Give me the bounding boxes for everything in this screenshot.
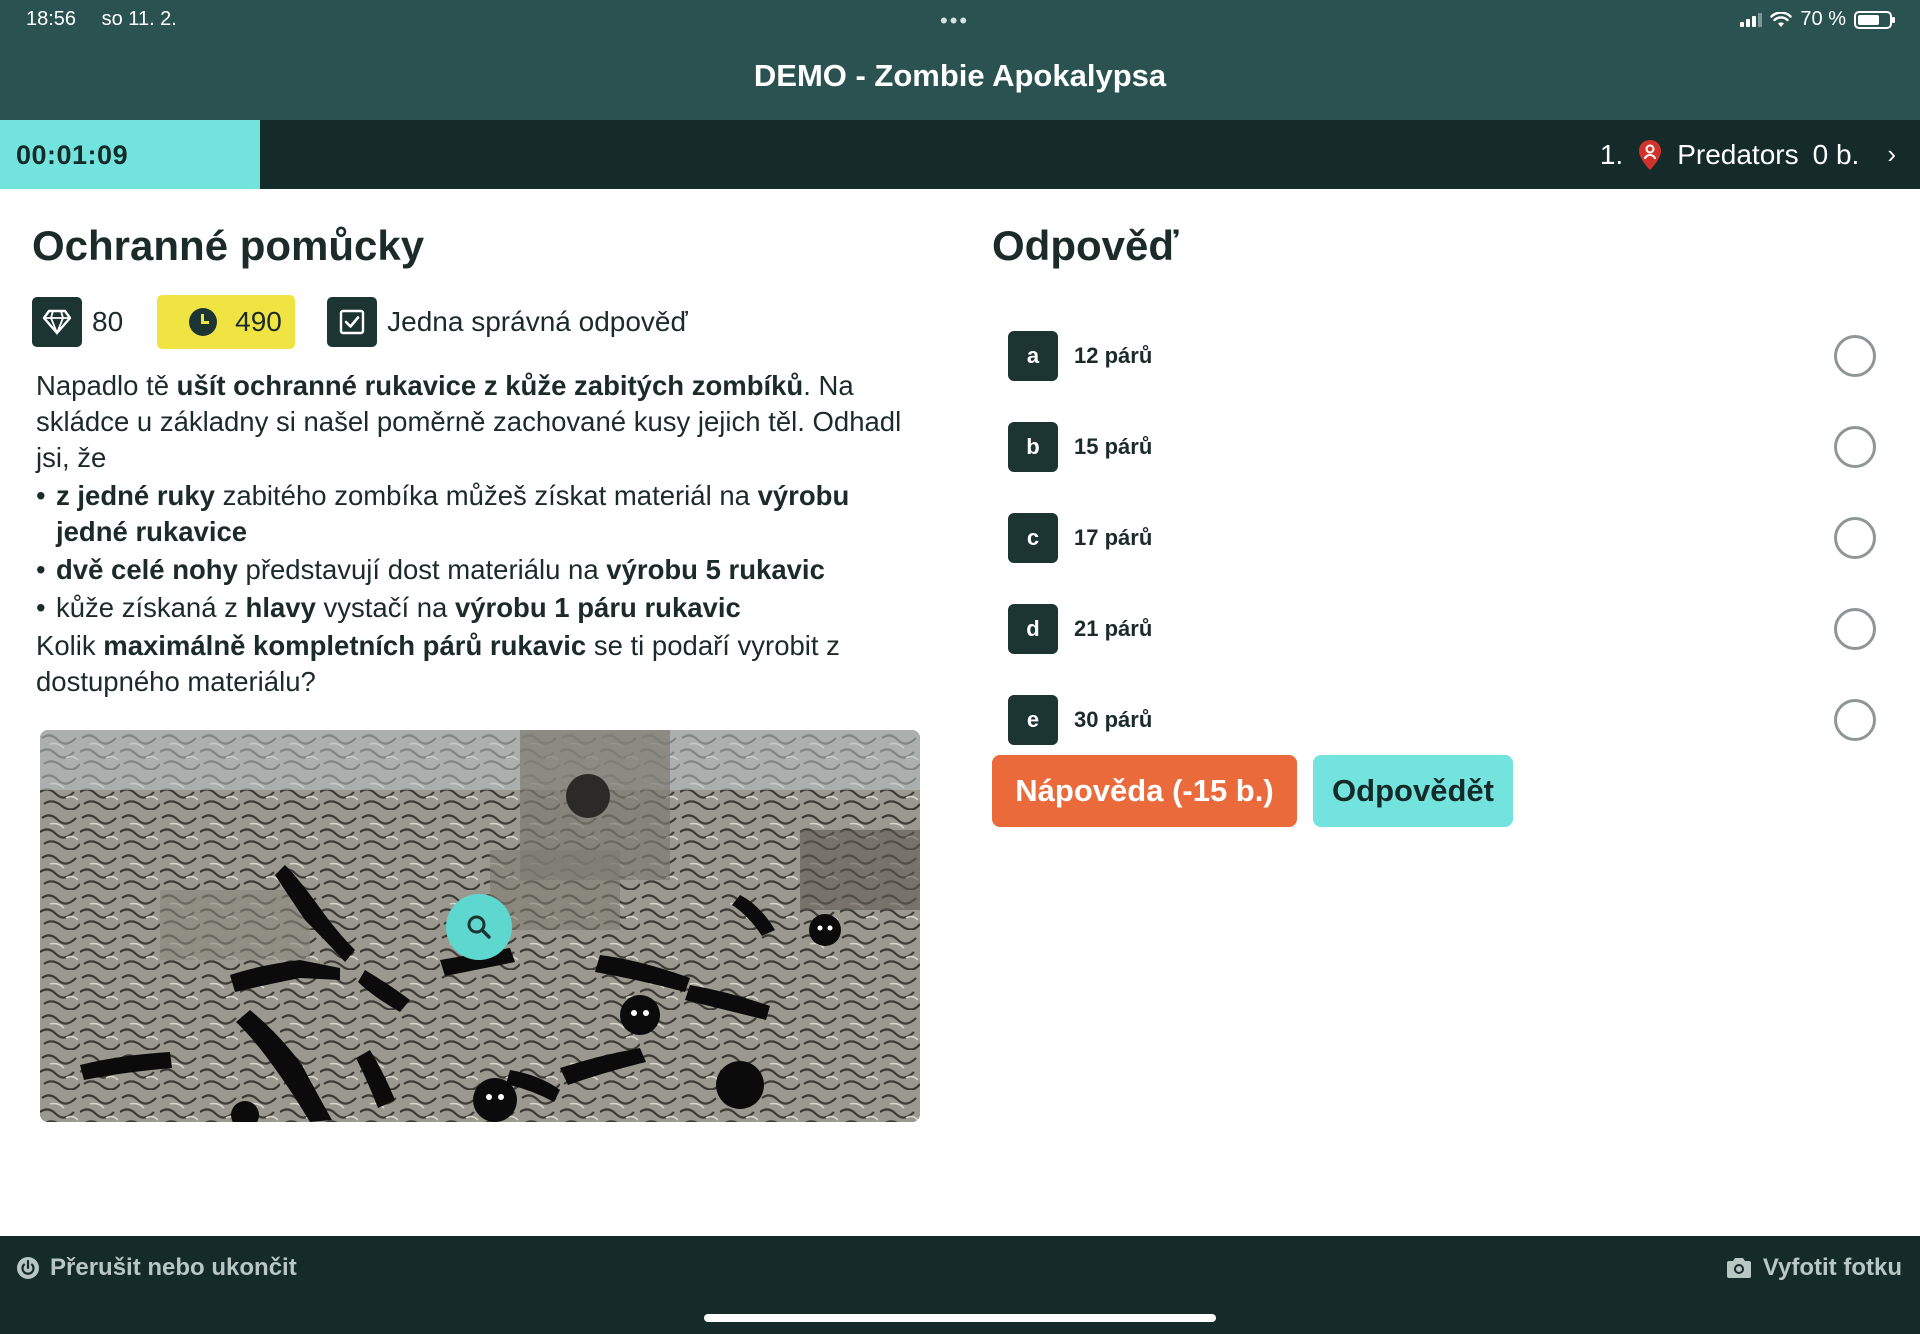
status-date: so 11. 2. [101,8,177,30]
option-letter: c [1008,512,1058,563]
page-title: DEMO - Zombie Apokalypsa [753,58,1167,93]
answer-option-a[interactable]: a 12 párů [1008,310,1876,401]
battery-icon [1854,10,1895,29]
question-time: 490 [235,306,282,337]
time-badge: 490 [157,295,296,349]
camera-icon [1726,1258,1751,1278]
question-title: Ochranné pomůcky [32,222,425,269]
team-rank: 1. [1599,138,1624,170]
quit-button[interactable]: Přerušit nebo ukončit [16,1254,297,1282]
answer-option-c[interactable]: c 17 párů [1008,492,1876,583]
list-item: • z jedné ruky zabitého zombíka můžeš zís… [36,480,850,547]
list-item: • kůže získaná z hlavy vystačí na výrobu … [36,592,741,623]
game-status-bar: 00:01:09 1. Predators 0 b. › [0,120,1920,189]
answer-mode: Jedna správná odpověď [327,297,688,347]
quit-label: Přerušit nebo ukončit [50,1254,297,1281]
clock-icon [189,308,218,336]
photo-label: Vyfotit fotku [1762,1254,1902,1281]
question-meta: 80 490 Jedna správná odpověď [32,295,688,349]
option-letter: a [1008,330,1058,381]
wifi-icon [1770,11,1793,27]
question-image[interactable] [40,730,920,1122]
bottom-bar: Přerušit nebo ukončit Vyfotit fotku [0,1236,1920,1334]
home-indicator[interactable] [704,1314,1216,1322]
search-icon [467,915,491,939]
status-time: 18:56 [26,8,77,30]
option-label: 12 párů [1074,342,1153,368]
option-label: 15 párů [1074,433,1153,459]
hint-button[interactable]: Nápověda (-15 b.) [992,755,1297,827]
list-item: • dvě celé nohy představují dost materiál… [36,554,825,585]
power-icon [17,1257,39,1279]
answer-option-d[interactable]: d 21 párů [1008,583,1876,674]
game-timer: 00:01:09 [0,120,260,189]
radio-button[interactable] [1834,425,1876,468]
cellular-signal-icon [1740,12,1763,27]
option-letter: d [1008,603,1058,654]
option-label: 30 párů [1074,706,1153,732]
team-score: 0 b. [1812,138,1860,170]
option-label: 17 párů [1074,524,1153,550]
answer-options: a 12 párů b 15 párů c 17 párů d 21 párů … [1008,310,1876,765]
zoom-image-button[interactable] [446,894,512,960]
answer-option-b[interactable]: b 15 párů [1008,401,1876,492]
answer-title: Odpověď [992,222,1179,269]
question-text: Napadlo tě ušít ochranné rukavice z kůže… [36,368,906,700]
multitasking-dots-icon[interactable]: ••• [940,8,969,34]
option-letter: e [1008,694,1058,745]
diamond-icon [32,297,82,347]
radio-button[interactable] [1834,516,1876,559]
option-letter: b [1008,421,1058,472]
top-bar: 18:56 so 11. 2. ••• 70 % DEMO - Zombie A… [0,0,1920,120]
radio-button[interactable] [1834,698,1876,741]
answer-mode-label: Jedna správná odpověď [387,306,688,337]
chevron-right-icon: › [1887,139,1896,169]
answer-option-e[interactable]: e 30 párů [1008,674,1876,765]
submit-answer-button[interactable]: Odpovědět [1313,755,1513,827]
option-label: 21 párů [1074,615,1153,641]
question-points: 80 [92,306,124,337]
team-scoreboard-link[interactable]: 1. Predators 0 b. › [1600,120,1896,189]
battery-percent: 70 % [1800,8,1846,30]
radio-button[interactable] [1834,334,1876,377]
checkbox-icon [327,297,378,347]
status-clock: 18:56 so 11. 2. [26,8,197,31]
location-pin-icon [1639,139,1662,170]
take-photo-button[interactable]: Vyfotit fotku [1725,1254,1902,1282]
status-indicators: 70 % [1740,8,1895,31]
team-name: Predators [1677,138,1799,170]
radio-button[interactable] [1834,607,1876,650]
